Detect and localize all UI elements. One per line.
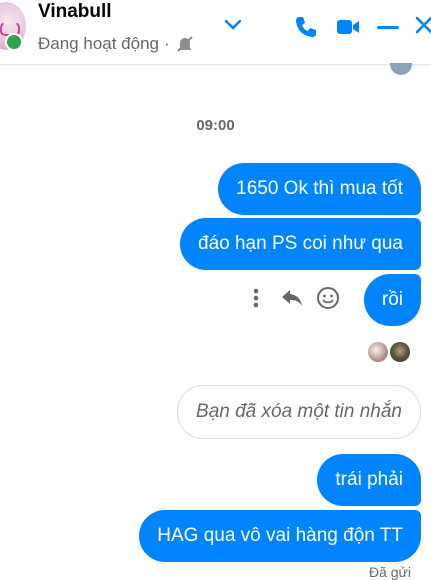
- phone-icon[interactable]: [293, 14, 319, 45]
- mute-icon: [175, 34, 195, 54]
- more-icon[interactable]: [243, 285, 269, 311]
- minimize-icon[interactable]: [376, 14, 400, 45]
- chat-header: Vinabull Đang hoạt động ·: [0, 0, 431, 65]
- reader-avatar: [368, 342, 388, 362]
- reply-icon[interactable]: [279, 285, 305, 311]
- message-timestamp: 09:00: [196, 117, 235, 134]
- video-icon[interactable]: [335, 14, 361, 45]
- message-actions: [243, 285, 351, 311]
- seen-avatar: [390, 63, 412, 75]
- message-bubble[interactable]: rồi: [363, 274, 421, 326]
- status-separator: ·: [164, 34, 170, 53]
- message-bubble[interactable]: trái phải: [317, 454, 421, 506]
- emoji-icon[interactable]: [315, 285, 341, 311]
- sent-status: Đã gửi: [368, 564, 411, 580]
- reader-avatar: [390, 342, 410, 362]
- activity-status-text: Đang hoạt động: [38, 34, 159, 53]
- contact-name[interactable]: Vinabull: [38, 1, 112, 23]
- chevron-down-icon[interactable]: [224, 18, 242, 36]
- message-bubble[interactable]: đáo hạn PS coi như qua: [180, 218, 421, 270]
- close-icon[interactable]: [414, 14, 431, 45]
- deleted-message-notice: Bạn đã xóa một tin nhắn: [177, 385, 421, 439]
- activity-status: Đang hoạt động ·: [38, 34, 195, 54]
- read-receipts: [366, 342, 410, 362]
- online-status-dot: [5, 33, 23, 51]
- message-bubble[interactable]: HAG qua vô vai hàng độn TT: [139, 510, 421, 562]
- message-bubble[interactable]: 1650 Ok thì mua tốt: [218, 163, 421, 215]
